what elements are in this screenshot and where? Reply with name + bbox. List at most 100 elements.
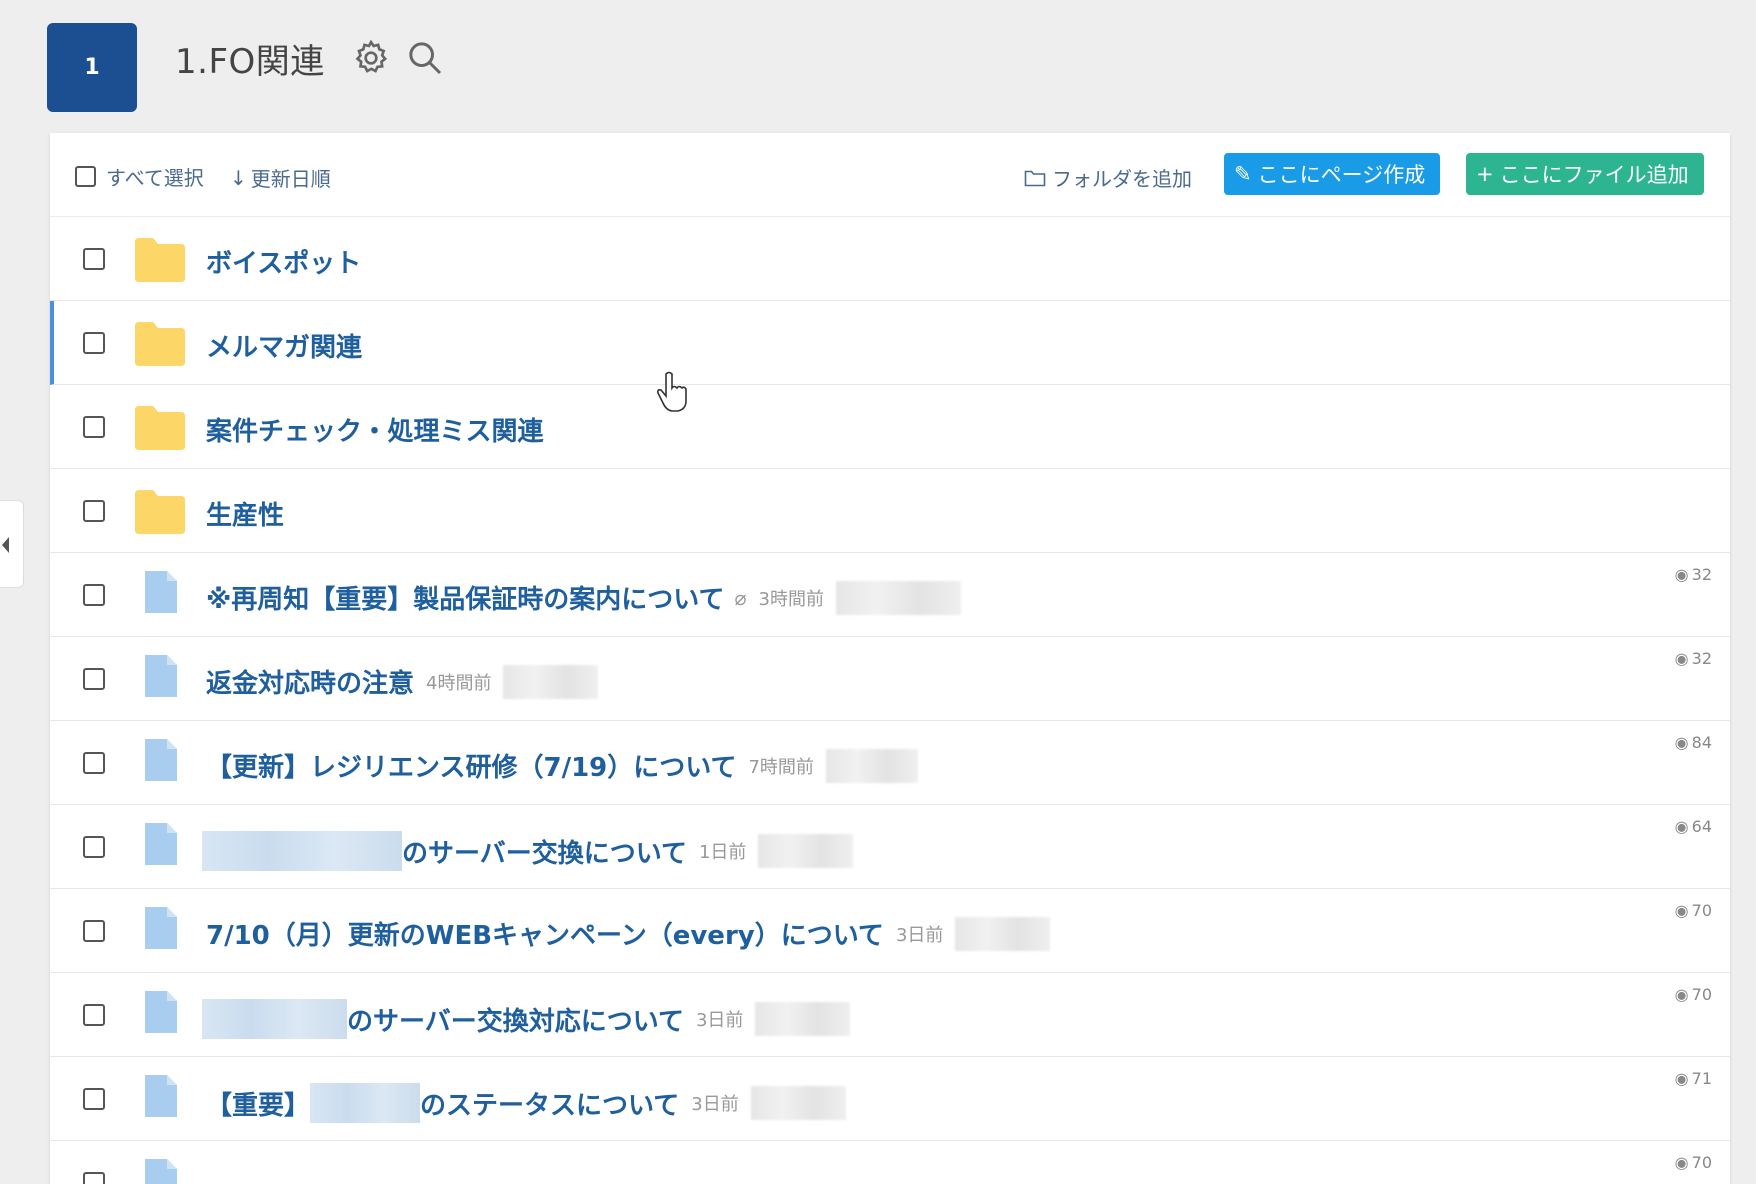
page-title: 1.FO関連 [175, 42, 325, 82]
name-redacted [310, 1083, 421, 1123]
file-list-panel: すべて選択 ↓ 更新日順 フォルダを追加 ✎ ここにページ作成 + ここにファイ… [50, 133, 1730, 1184]
row-checkbox[interactable] [83, 584, 105, 606]
view-count-value: 84 [1691, 733, 1712, 752]
pencil-icon: ✎ [1234, 162, 1252, 186]
row-checkbox[interactable] [83, 332, 105, 354]
file-icon [145, 991, 177, 1033]
author-redacted [503, 664, 599, 699]
select-all-checkbox[interactable] [75, 166, 96, 187]
eye-icon: ◉ [1674, 649, 1689, 668]
hand-cursor-icon [657, 371, 687, 412]
row-checkbox[interactable] [83, 836, 105, 858]
sort-label: 更新日順 [250, 167, 331, 191]
view-count: ◉ 70 [1675, 985, 1712, 1004]
list-item[interactable]: 生産性 [50, 469, 1730, 553]
name-redacted [202, 831, 402, 871]
plus-icon: + [1476, 162, 1494, 186]
eye-icon: ◉ [1674, 901, 1689, 920]
list-toolbar: すべて選択 ↓ 更新日順 フォルダを追加 ✎ ここにページ作成 + ここにファイ… [50, 133, 1730, 217]
folder-name[interactable]: 生産性 [206, 495, 284, 532]
row-checkbox[interactable] [83, 752, 105, 774]
list-item[interactable]: ボイスポット [50, 217, 1730, 301]
sort-toggle[interactable]: ↓ 更新日順 [230, 163, 331, 192]
view-count-value: 70 [1691, 985, 1712, 1004]
view-count: ◉ 70 [1675, 1153, 1712, 1172]
list-item[interactable]: 【更新】レジリエンス研修（7/19）について 7時間前 ◉ 84 [50, 721, 1730, 805]
list-item[interactable]: 返金対応時の注意 4時間前 ◉ 32 [50, 637, 1730, 721]
page-title-link[interactable]: ※再周知【重要】製品保証時の案内について ⌀ 3時間前 [206, 579, 961, 616]
list-item[interactable]: 7/10（月）更新のWEBキャンペーン（every）について 3日前 ◉ 70 [50, 889, 1730, 973]
page-name: のサーバー交換対応について [347, 1006, 684, 1037]
row-checkbox[interactable] [83, 500, 105, 522]
row-checkbox[interactable] [83, 668, 105, 690]
page-name: のステータスについて [420, 1090, 680, 1121]
file-icon [145, 823, 177, 865]
author-redacted [955, 916, 1051, 951]
page-title-link[interactable]: のサーバー交換対応について 3日前 [202, 999, 851, 1039]
eye-icon: ◉ [1674, 1069, 1689, 1088]
header: 1 1.FO関連 [0, 0, 1756, 130]
section-badge[interactable]: 1 [47, 23, 137, 112]
view-count-value: 32 [1691, 649, 1712, 668]
eye-icon: ◉ [1674, 1153, 1689, 1172]
folder-name[interactable]: メルマガ関連 [206, 327, 362, 364]
page-title-link[interactable]: 【重要】 のステータスについて 3日前 [206, 1083, 846, 1123]
page-title-link[interactable]: 7/10（月）更新のWEBキャンペーン（every）について 3日前 [206, 915, 1051, 952]
add-folder-button[interactable]: フォルダを追加 [1024, 163, 1192, 192]
gear-icon[interactable] [351, 38, 391, 78]
view-count: ◉ 32 [1675, 649, 1712, 668]
updated-time: 3時間前 [758, 588, 824, 610]
row-checkbox[interactable] [83, 416, 105, 438]
list-item[interactable]: ◉ 70 [50, 1141, 1730, 1184]
author-redacted [755, 1002, 851, 1036]
eye-icon: ◉ [1674, 565, 1689, 584]
row-checkbox[interactable] [83, 1004, 105, 1026]
file-icon [145, 739, 177, 781]
create-page-button[interactable]: ✎ ここにページ作成 [1224, 153, 1440, 195]
row-checkbox[interactable] [83, 248, 105, 270]
page: 1 1.FO関連 すべて選択 ↓ 更新日順 フォルダを追加 ✎ ここにページ作成… [0, 0, 1756, 1184]
view-count-value: 64 [1691, 817, 1712, 836]
row-checkbox[interactable] [83, 920, 105, 942]
list-item[interactable]: のサーバー交換対応について 3日前 ◉ 70 [50, 973, 1730, 1057]
page-name: 返金対応時の注意 [206, 669, 415, 699]
list-item[interactable]: 案件チェック・処理ミス関連 [50, 385, 1730, 469]
row-checkbox[interactable] [83, 1088, 105, 1110]
view-count-value: 71 [1691, 1069, 1712, 1088]
file-icon [145, 571, 177, 613]
file-icon [145, 907, 177, 949]
file-icon [145, 655, 177, 697]
view-count-value: 70 [1691, 901, 1712, 920]
page-title-link[interactable]: 返金対応時の注意 4時間前 [206, 663, 599, 700]
author-redacted [758, 834, 854, 868]
folder-name[interactable]: ボイスポット [206, 243, 361, 280]
create-page-label: ここにページ作成 [1257, 163, 1426, 187]
folder-icon [135, 238, 185, 282]
view-count-value: 32 [1691, 565, 1712, 584]
add-folder-label: フォルダを追加 [1052, 167, 1192, 191]
select-all[interactable]: すべて選択 [75, 162, 204, 191]
list-item[interactable]: メルマガ関連 [50, 301, 1730, 385]
row-checkbox[interactable] [83, 1172, 105, 1184]
page-name: 7/10（月）更新のWEBキャンペーン（every）について [206, 921, 884, 951]
eye-icon: ◉ [1674, 817, 1689, 836]
page-title-link[interactable]: のサーバー交換について 1日前 [202, 831, 854, 871]
updated-time: 7時間前 [748, 756, 814, 778]
paperclip-icon: ⌀ [734, 585, 747, 610]
list-item[interactable]: ※再周知【重要】製品保証時の案内について ⌀ 3時間前 ◉ 32 [50, 553, 1730, 637]
add-file-button[interactable]: + ここにファイル追加 [1466, 153, 1704, 195]
folder-name[interactable]: 案件チェック・処理ミス関連 [206, 411, 543, 448]
page-title-link[interactable]: 【更新】レジリエンス研修（7/19）について 7時間前 [206, 747, 918, 784]
view-count: ◉ 32 [1675, 565, 1712, 584]
author-redacted [836, 580, 961, 615]
page-name: のサーバー交換について [402, 838, 687, 869]
list-item[interactable]: のサーバー交換について 1日前 ◉ 64 [50, 805, 1730, 889]
search-icon[interactable] [405, 38, 445, 78]
author-redacted [825, 748, 918, 783]
view-count-value: 70 [1691, 1153, 1712, 1172]
list-item[interactable]: 【重要】 のステータスについて 3日前 ◉ 71 [50, 1057, 1730, 1141]
updated-time: 3日前 [691, 1094, 739, 1115]
add-file-label: ここにファイル追加 [1499, 163, 1689, 187]
file-icon [145, 1159, 177, 1184]
sidebar-toggle[interactable] [0, 500, 24, 588]
